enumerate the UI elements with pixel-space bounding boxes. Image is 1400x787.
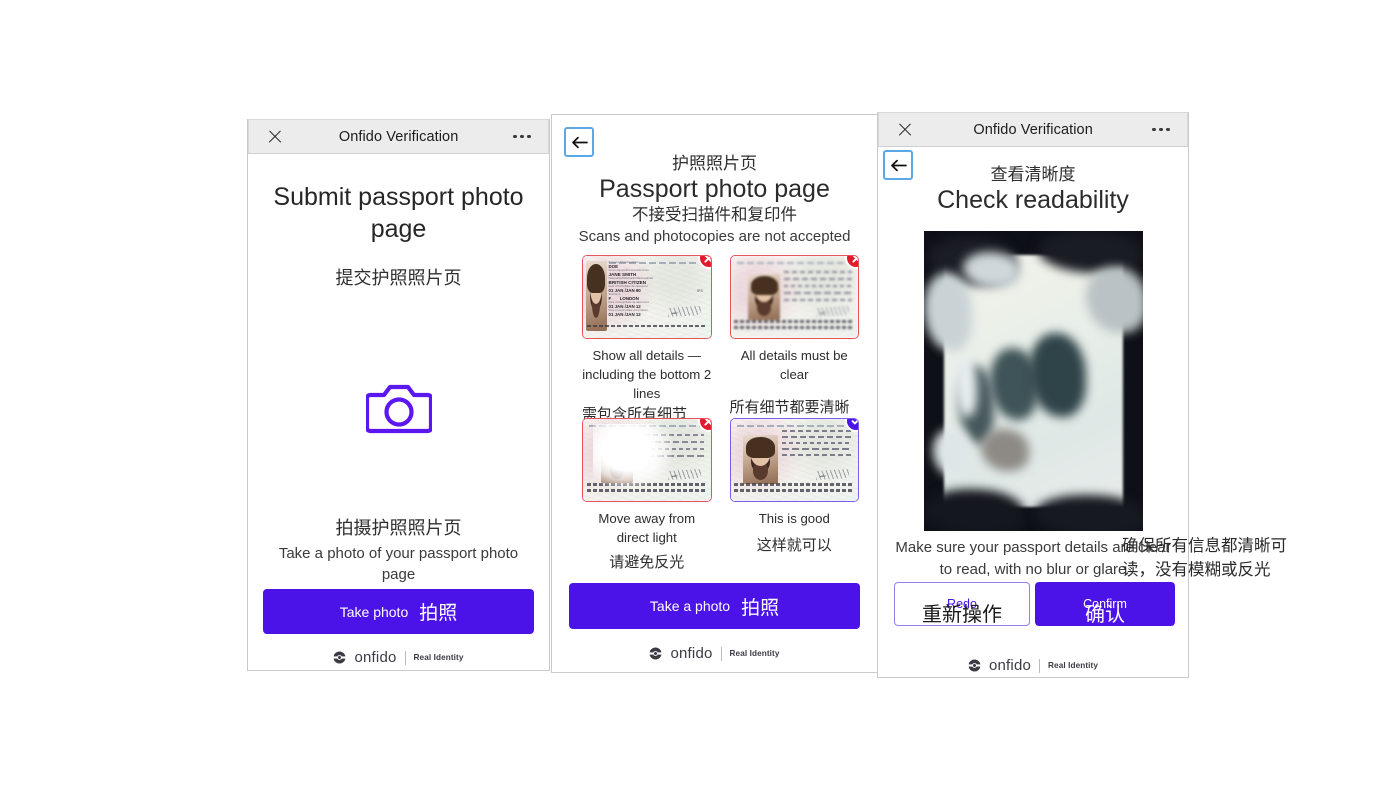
pp-signature [815, 468, 850, 480]
more-options-icon[interactable] [1152, 127, 1170, 132]
panel3-heading-en: Check readability [937, 186, 1129, 215]
back-arrow-icon [890, 159, 907, 172]
take-a-photo-button-label-en: Take a photo [649, 598, 731, 614]
example-all-details-clear: All details must be clear 所有细节都要清晰可见 [729, 255, 859, 446]
example-show-all-details: Surname/Nom/Apellidos DOE Given names/Pr… [582, 255, 712, 446]
panel3-titlebar: Onfido Verification [878, 112, 1188, 147]
onfido-tagline: Real Identity [729, 649, 780, 658]
pp-mrz [586, 324, 707, 335]
panel1-prompt-block: 拍摄护照照片页 Take a photo of your passport ph… [248, 517, 549, 585]
panel1-titlebar: Onfido Verification [248, 119, 549, 154]
camera-illustration [270, 378, 527, 441]
example-caption-en: Show all details — including the bottom … [582, 347, 712, 401]
confirm-button[interactable]: Confirm 确认 [1035, 582, 1175, 626]
confirm-button-wrap: Confirm 确认 [1035, 582, 1175, 626]
back-arrow-icon [571, 136, 588, 149]
onfido-wordmark: onfido [670, 645, 713, 662]
example-caption-en: Move away from direct light [598, 510, 696, 545]
panel3-heading-cn: 查看清晰度 [990, 165, 1076, 184]
example-grid: Surname/Nom/Apellidos DOE Given names/Pr… [582, 255, 859, 446]
redo-button-label-cn: 重新操作 [922, 604, 1002, 626]
example-caption-en: This is good [758, 510, 830, 526]
take-photo-button-label-en: Take photo [339, 603, 409, 620]
footer-divider [1039, 658, 1041, 673]
panel1-window-title: Onfido Verification [338, 128, 459, 145]
panel2-heading-en: Passport photo page [599, 175, 830, 204]
onfido-tagline: Real Identity [413, 653, 464, 662]
back-button[interactable] [564, 127, 594, 157]
panel2-frame: 护照照片页 Passport photo page 不接受扫描件和复印件 Sca… [551, 114, 878, 673]
footer-divider [404, 650, 406, 665]
redo-button[interactable]: Redo 重新操作 [894, 582, 1030, 626]
panel-passport-photo-page: 护照照片页 Passport photo page 不接受扫描件和复印件 Sca… [551, 114, 878, 673]
take-a-photo-button-label-cn: 拍照 [741, 597, 780, 619]
onfido-tagline: Real Identity [1048, 661, 1099, 670]
panel1-cta-wrap: Take photo 拍照 [263, 589, 534, 634]
onfido-logo-icon [333, 651, 347, 664]
example-card-image [729, 418, 859, 502]
panel2-heading-cn: 护照照片页 [672, 154, 757, 173]
onfido-wordmark: onfido [988, 657, 1032, 674]
pp-mrz [734, 320, 855, 334]
camera-icon [364, 378, 433, 441]
example-avoid-direct-light: Move away from direct light 请避免反光 [582, 418, 712, 573]
example-grid-secondary: Move away from direct light 请避免反光 This i… [582, 418, 859, 573]
panel1-body: Submit passport photo page 提交护照照片页 [248, 181, 549, 441]
example-this-is-good: This is good 这样就可以 [729, 418, 859, 573]
onfido-logo-icon [649, 647, 663, 660]
onfido-logo-icon [967, 659, 981, 672]
pp-authority: IPS [697, 289, 703, 294]
example-card-image: Surname/Nom/Apellidos DOE Given names/Pr… [582, 255, 712, 339]
example-card-image [729, 255, 859, 339]
pp-mrz [734, 483, 855, 497]
panel3-window-title: Onfido Verification [973, 121, 1093, 138]
example-caption-cn: 请避免反光 [609, 553, 685, 571]
captured-photo-preview [924, 231, 1143, 531]
more-options-icon[interactable] [513, 134, 531, 139]
onfido-wordmark: onfido [354, 649, 397, 666]
panel3-hint-cn: 确保所有信息都清晰可读，没有模糊或反光 [1122, 537, 1287, 579]
back-button[interactable] [883, 150, 913, 180]
panel1-heading-cn: 提交护照照片页 [335, 268, 462, 288]
panel1-frame: Onfido Verification Submit passport phot… [247, 119, 550, 671]
example-card-image [582, 418, 712, 502]
example-caption-en: All details must be clear [740, 347, 848, 382]
panel1-footer: onfido Real Identity [248, 649, 549, 666]
panel2-cta-wrap: Take a photo 拍照 [569, 583, 860, 629]
panel2-sub-cn: 不接受扫描件和复印件 [632, 206, 797, 225]
pp-signature [668, 305, 702, 317]
take-photo-button[interactable]: Take photo 拍照 [263, 589, 534, 634]
footer-divider [720, 646, 722, 661]
example-caption-cn: 这样就可以 [756, 536, 832, 554]
pp-signature [668, 468, 702, 480]
panel2-sub-en: Scans and photocopies are not accepted [578, 227, 851, 245]
panel1-heading-en: Submit passport photo page [273, 183, 524, 243]
glare-overlay [593, 423, 673, 488]
panel2-header-block: 护照照片页 Passport photo page 不接受扫描件和复印件 Sca… [552, 129, 877, 247]
pp-signature [815, 305, 850, 317]
close-icon[interactable] [896, 121, 914, 139]
panel-submit-passport: Onfido Verification Submit passport phot… [247, 119, 550, 671]
take-a-photo-button[interactable]: Take a photo 拍照 [569, 583, 860, 629]
close-icon[interactable] [266, 128, 284, 146]
screenshot-root: Onfido Verification Submit passport phot… [0, 0, 1400, 787]
take-photo-button-label-cn: 拍照 [419, 603, 458, 624]
panel1-prompt-en: Take a photo of your passport photo page [278, 545, 519, 583]
redo-button-wrap: Redo 重新操作 [894, 582, 1030, 626]
panel3-frame: Onfido Verification 查看清晰度 Check readabil… [877, 112, 1189, 678]
panel-check-readability: Onfido Verification 查看清晰度 Check readabil… [877, 112, 1189, 678]
panel3-footer: onfido Real Identity [878, 657, 1188, 674]
panel2-footer: onfido Real Identity [552, 645, 877, 662]
panel1-prompt-cn: 拍摄护照照片页 [335, 518, 462, 538]
confirm-button-label-cn: 确认 [1085, 604, 1125, 626]
panel3-header-block: 查看清晰度 Check readability [878, 164, 1188, 215]
